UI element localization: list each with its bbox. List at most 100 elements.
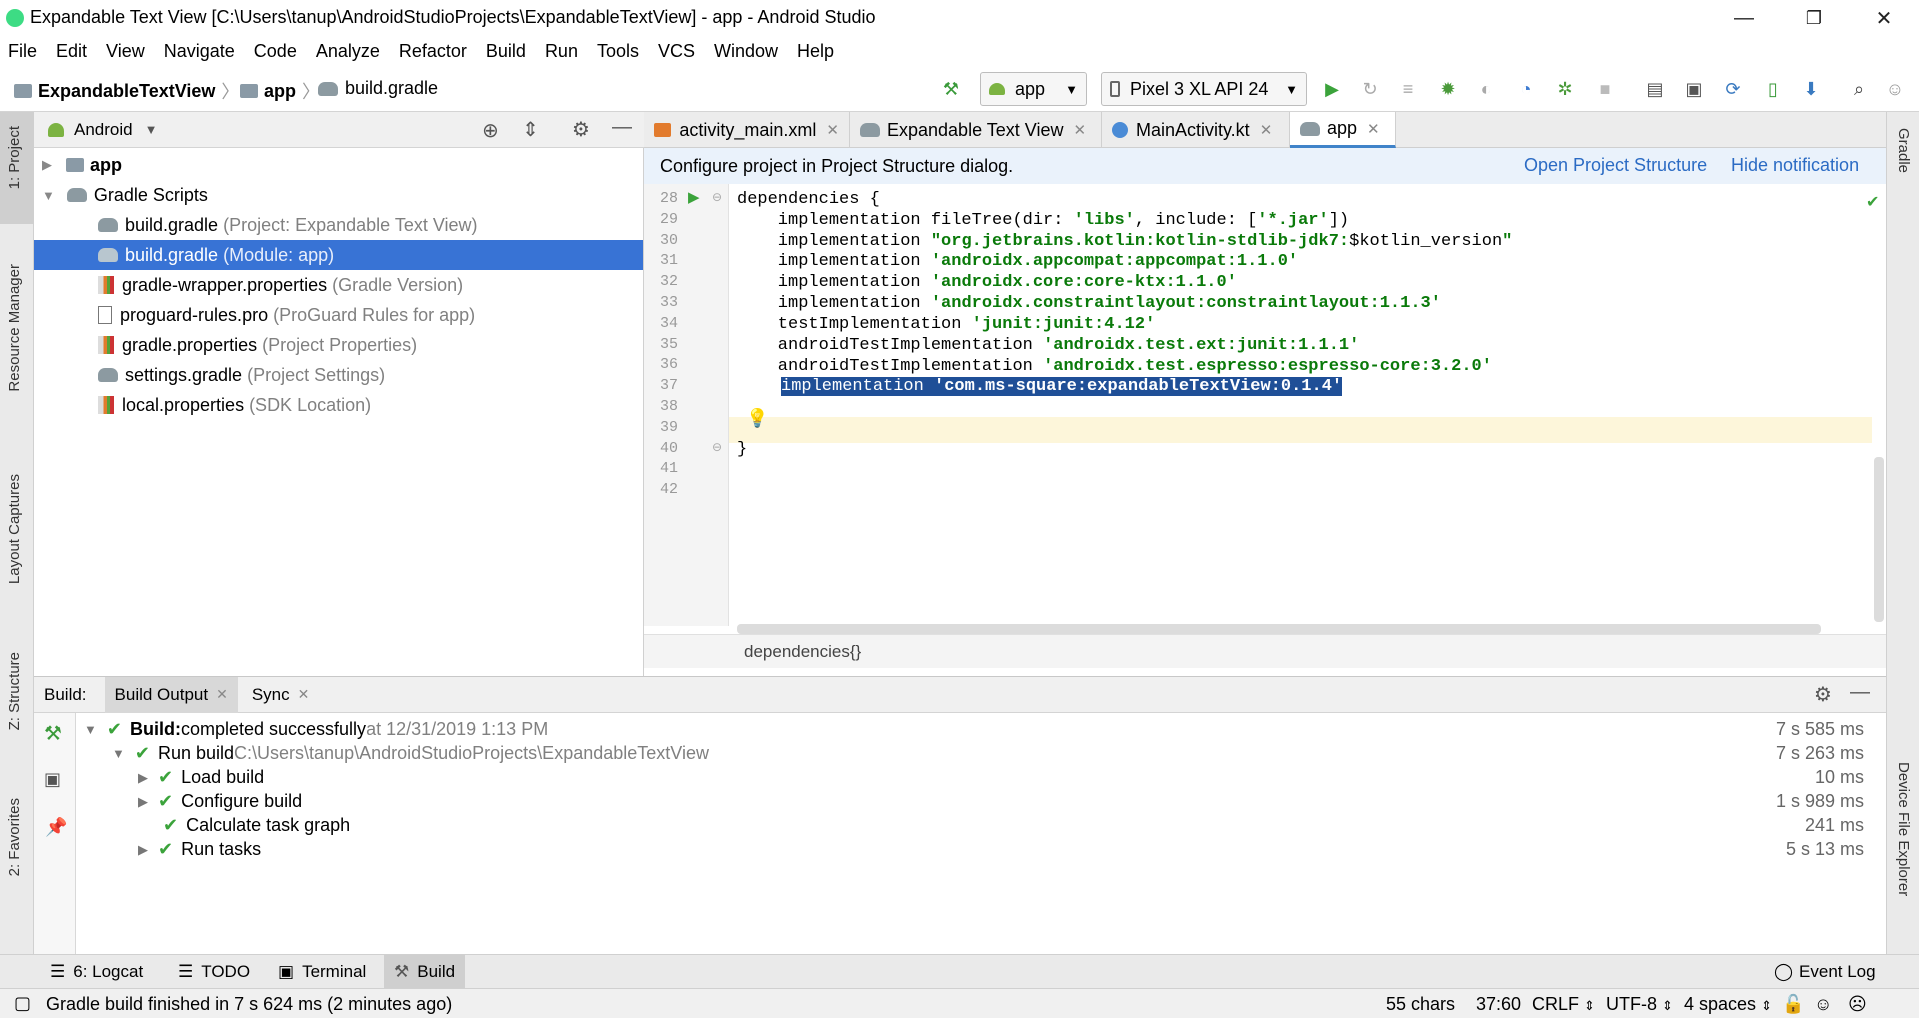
debug-icon[interactable]: ✹	[1437, 78, 1459, 100]
code-line-37-selected[interactable]: implementation 'com.ms-square:expandable…	[781, 377, 1343, 396]
menu-view[interactable]: View	[106, 41, 145, 62]
menu-edit[interactable]: Edit	[56, 41, 87, 62]
tab-build-output[interactable]: Build Output ✕	[104, 676, 238, 713]
tab-expandable-text-view[interactable]: Expandable Text View ✕	[850, 112, 1102, 148]
project-view-mode[interactable]: Android	[74, 120, 133, 140]
close-tab-icon[interactable]: ✕	[826, 121, 839, 139]
menu-tools[interactable]: Tools	[597, 41, 639, 62]
open-project-structure-link[interactable]: Open Project Structure	[1524, 155, 1707, 176]
vertical-scrollbar[interactable]	[1874, 457, 1884, 622]
code-line-33[interactable]: implementation 'androidx.constraintlayou…	[737, 294, 1441, 313]
avd-manager-icon[interactable]: ▣	[1683, 78, 1705, 100]
build-row-load-build[interactable]: ▶ ✔ Load build	[138, 767, 264, 788]
tool-tab-structure[interactable]: Z: Structure	[6, 652, 23, 730]
status-indent[interactable]: 4 spaces ⇕	[1684, 994, 1772, 1015]
status-caret-position[interactable]: 37:60	[1476, 994, 1521, 1015]
toggle-tool-windows-icon[interactable]: ▢	[14, 993, 31, 1014]
chevron-right-icon[interactable]: ▶	[138, 770, 148, 786]
close-button[interactable]: ✕	[1849, 0, 1919, 36]
status-message[interactable]: Gradle build finished in 7 s 624 ms (2 m…	[46, 994, 452, 1015]
run-config-dropdown[interactable]: app ▼	[980, 72, 1087, 106]
build-row-calculate-task-graph[interactable]: ✔ Calculate task graph	[163, 815, 350, 836]
gear-icon[interactable]: ⚙	[1814, 682, 1832, 707]
build-row-run-tasks[interactable]: ▶ ✔ Run tasks	[138, 839, 261, 860]
close-tab-icon[interactable]: ✕	[1073, 121, 1086, 139]
locate-target-icon[interactable]: ⊕	[482, 118, 499, 143]
menu-build[interactable]: Build	[486, 41, 526, 62]
menu-run[interactable]: Run	[545, 41, 578, 62]
menu-window[interactable]: Window	[714, 41, 778, 62]
code-line-36[interactable]: androidTestImplementation 'androidx.test…	[737, 357, 1492, 376]
profiler-gauge-icon[interactable]: ◔	[1515, 78, 1537, 100]
profile-icon[interactable]: ◐	[1475, 78, 1497, 100]
breadcrumb-project[interactable]: ExpandableTextView 〉	[14, 78, 245, 104]
hide-notification-link[interactable]: Hide notification	[1731, 155, 1859, 176]
menu-help[interactable]: Help	[797, 41, 834, 62]
code-line-35[interactable]: androidTestImplementation 'androidx.test…	[737, 336, 1360, 355]
menu-file[interactable]: File	[8, 41, 37, 62]
code-line-34[interactable]: testImplementation 'junit:junit:4.12'	[737, 315, 1155, 334]
tool-tab-favorites[interactable]: 2: Favorites	[6, 798, 23, 876]
breadcrumb-module[interactable]: app 〉	[240, 78, 326, 104]
chevron-down-icon[interactable]: ▼	[145, 122, 158, 137]
stop-icon[interactable]: ■	[1594, 78, 1616, 100]
tab-sync[interactable]: Sync ✕	[238, 677, 324, 713]
attach-debugger-icon[interactable]: ✲	[1554, 78, 1576, 100]
run-gutter-icon[interactable]: ▶	[688, 188, 700, 206]
chevron-right-icon[interactable]: ▶	[42, 157, 52, 173]
toggle-view-icon[interactable]: ▣	[44, 769, 61, 790]
chevron-down-icon[interactable]: ▼	[112, 746, 125, 761]
tree-item-app[interactable]: ▶ app	[34, 150, 643, 180]
tool-tab-gradle[interactable]: Gradle	[1895, 128, 1912, 173]
editor-breadcrumb[interactable]: dependencies{}	[744, 642, 861, 662]
tree-item-gradle-wrapper-properties[interactable]: gradle-wrapper.properties (Gradle Versio…	[34, 270, 643, 300]
chevron-down-icon[interactable]: ▼	[84, 722, 97, 737]
sync-gradle-icon[interactable]: ⟳	[1722, 78, 1744, 100]
close-tab-icon[interactable]: ✕	[1260, 121, 1273, 139]
lightbulb-icon[interactable]: 💡	[746, 408, 768, 429]
code-line-30[interactable]: implementation "org.jetbrains.kotlin:kot…	[737, 232, 1513, 251]
lock-icon[interactable]: 🔓	[1782, 994, 1804, 1015]
tree-item-gradle-properties[interactable]: gradle.properties (Project Properties)	[34, 330, 643, 360]
tree-item-local-properties[interactable]: local.properties (SDK Location)	[34, 390, 643, 420]
apply-changes-icon[interactable]: ↻	[1359, 78, 1381, 100]
tool-tab-resource-manager[interactable]: Resource Manager	[6, 264, 23, 392]
tool-event-log[interactable]: ◯ Event Log	[1764, 955, 1886, 989]
status-line-separator[interactable]: CRLF ⇕	[1532, 994, 1595, 1015]
status-encoding[interactable]: UTF-8 ⇕	[1606, 994, 1673, 1015]
tool-terminal[interactable]: ▣ Terminal	[268, 955, 376, 989]
code-line-40[interactable]: }	[737, 440, 747, 459]
close-tab-icon[interactable]: ✕	[298, 686, 310, 703]
tool-tab-layout-captures[interactable]: Layout Captures	[6, 474, 23, 584]
apply-code-changes-icon[interactable]: ≡	[1397, 78, 1419, 100]
device-manager-icon[interactable]: ▯	[1762, 78, 1784, 100]
tab-app[interactable]: app ✕	[1290, 112, 1396, 148]
minimize-button[interactable]: —	[1709, 0, 1779, 36]
tool-todo[interactable]: ☰ TODO	[168, 955, 260, 989]
code-line-28[interactable]: dependencies {	[737, 190, 880, 209]
tree-item-proguard-rules[interactable]: proguard-rules.pro (ProGuard Rules for a…	[34, 300, 643, 330]
sad-face-icon[interactable]: ☹	[1848, 994, 1867, 1015]
device-dropdown[interactable]: Pixel 3 XL API 24 ▼	[1101, 72, 1307, 106]
pin-icon[interactable]: 📌	[45, 817, 67, 838]
project-structure-icon[interactable]: ▤	[1644, 78, 1666, 100]
hammer-icon[interactable]: ⚒	[44, 721, 62, 746]
menu-refactor[interactable]: Refactor	[399, 41, 467, 62]
horizontal-scrollbar[interactable]	[737, 624, 1821, 634]
hide-panel-icon[interactable]: —	[612, 116, 632, 139]
tool-logcat[interactable]: ☰ 6: Logcat	[40, 955, 153, 989]
code-line-32[interactable]: implementation 'androidx.core:core-ktx:1…	[737, 273, 1237, 292]
close-tab-icon[interactable]: ✕	[1367, 120, 1380, 138]
tab-mainactivity-kt[interactable]: MainActivity.kt ✕	[1102, 112, 1290, 148]
fold-marker-icon[interactable]: ⊖	[712, 190, 722, 204]
make-project-hammer-icon[interactable]: ⚒	[940, 78, 962, 100]
breadcrumb-file[interactable]: build.gradle	[318, 78, 438, 99]
tool-tab-project[interactable]: 1: Project	[6, 126, 23, 189]
build-row-completed[interactable]: ▼ ✔ Build: completed successfully at 12/…	[84, 719, 548, 740]
tool-tab-device-file-explorer[interactable]: Device File Explorer	[1895, 762, 1912, 896]
tree-item-build-gradle-project[interactable]: build.gradle (Project: Expandable Text V…	[34, 210, 643, 240]
close-tab-icon[interactable]: ✕	[216, 686, 228, 703]
maximize-button[interactable]: ❐	[1779, 0, 1849, 36]
happy-face-icon[interactable]: ☺	[1814, 994, 1832, 1015]
build-row-configure-build[interactable]: ▶ ✔ Configure build	[138, 791, 302, 812]
